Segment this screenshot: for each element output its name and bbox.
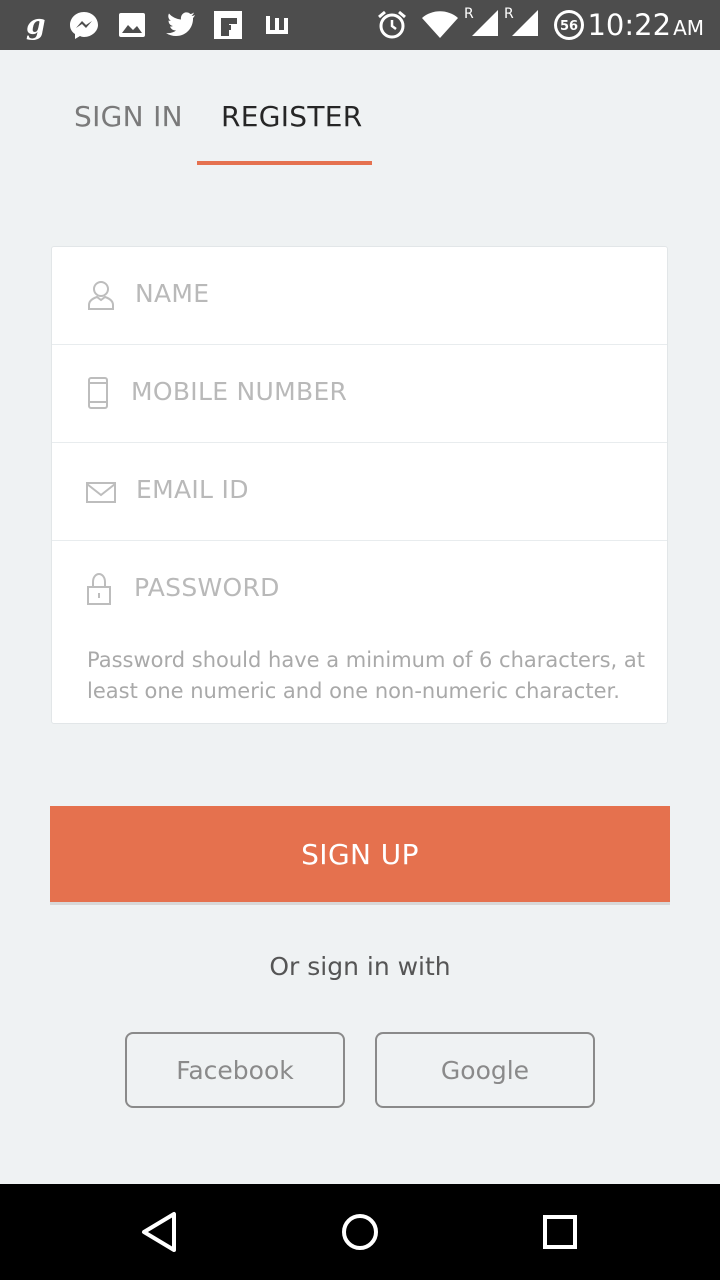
envelope-icon: [86, 475, 116, 507]
tab-sign-in[interactable]: SIGN IN: [74, 100, 183, 133]
mobile-number-placeholder: MOBILE NUMBER: [131, 377, 348, 406]
registration-form: NAME MOBILE NUMBER EMAIL ID PASSWORD Pas…: [51, 246, 668, 724]
status-bar: g R R 56 10:22 AM: [0, 0, 720, 50]
back-icon[interactable]: [136, 1208, 184, 1256]
wish-icon: [264, 10, 290, 40]
gallery-icon: [118, 10, 146, 40]
roaming-label: R: [464, 6, 474, 22]
or-sign-in-with-label: Or sign in with: [269, 952, 451, 981]
gaana-icon: g: [24, 10, 48, 40]
password-field[interactable]: PASSWORD: [52, 541, 667, 639]
email-placeholder: EMAIL ID: [136, 475, 249, 504]
clock-time: 10:22: [587, 8, 672, 42]
battery-icon: 56: [552, 10, 586, 40]
clock-ampm: AM: [673, 16, 704, 40]
mobile-phone-icon: [86, 377, 116, 409]
wifi-icon: [420, 10, 460, 40]
password-placeholder: PASSWORD: [134, 573, 280, 602]
user-icon: [86, 279, 116, 311]
active-tab-indicator: [197, 161, 372, 165]
password-hint: Password should have a minimum of 6 char…: [87, 648, 645, 703]
register-screen: g R R 56 10:22 AM SIGN IN REGISTER NAME …: [0, 0, 720, 1280]
recents-icon[interactable]: [536, 1208, 584, 1256]
battery-level: 56: [560, 19, 578, 34]
navigation-bar: [0, 1184, 720, 1280]
name-placeholder: NAME: [135, 279, 210, 308]
messenger-icon: [68, 10, 100, 40]
clock: 10:22 AM: [587, 8, 704, 45]
sign-up-button[interactable]: SIGN UP: [50, 806, 670, 902]
tab-register[interactable]: REGISTER: [221, 100, 363, 133]
home-icon[interactable]: [336, 1208, 384, 1256]
svg-text:g: g: [26, 10, 46, 40]
signal-icon: R: [462, 6, 502, 36]
flipboard-icon: [213, 10, 243, 40]
roaming-label: R: [504, 6, 514, 22]
lock-icon: [86, 572, 116, 605]
name-field[interactable]: NAME: [52, 247, 667, 345]
facebook-button[interactable]: Facebook: [125, 1032, 345, 1108]
twitter-icon: [164, 10, 196, 40]
google-button[interactable]: Google: [375, 1032, 595, 1108]
email-field[interactable]: EMAIL ID: [52, 443, 667, 541]
alarm-icon: [376, 10, 408, 40]
signal-icon: R: [502, 6, 542, 36]
mobile-number-field[interactable]: MOBILE NUMBER: [52, 345, 667, 443]
